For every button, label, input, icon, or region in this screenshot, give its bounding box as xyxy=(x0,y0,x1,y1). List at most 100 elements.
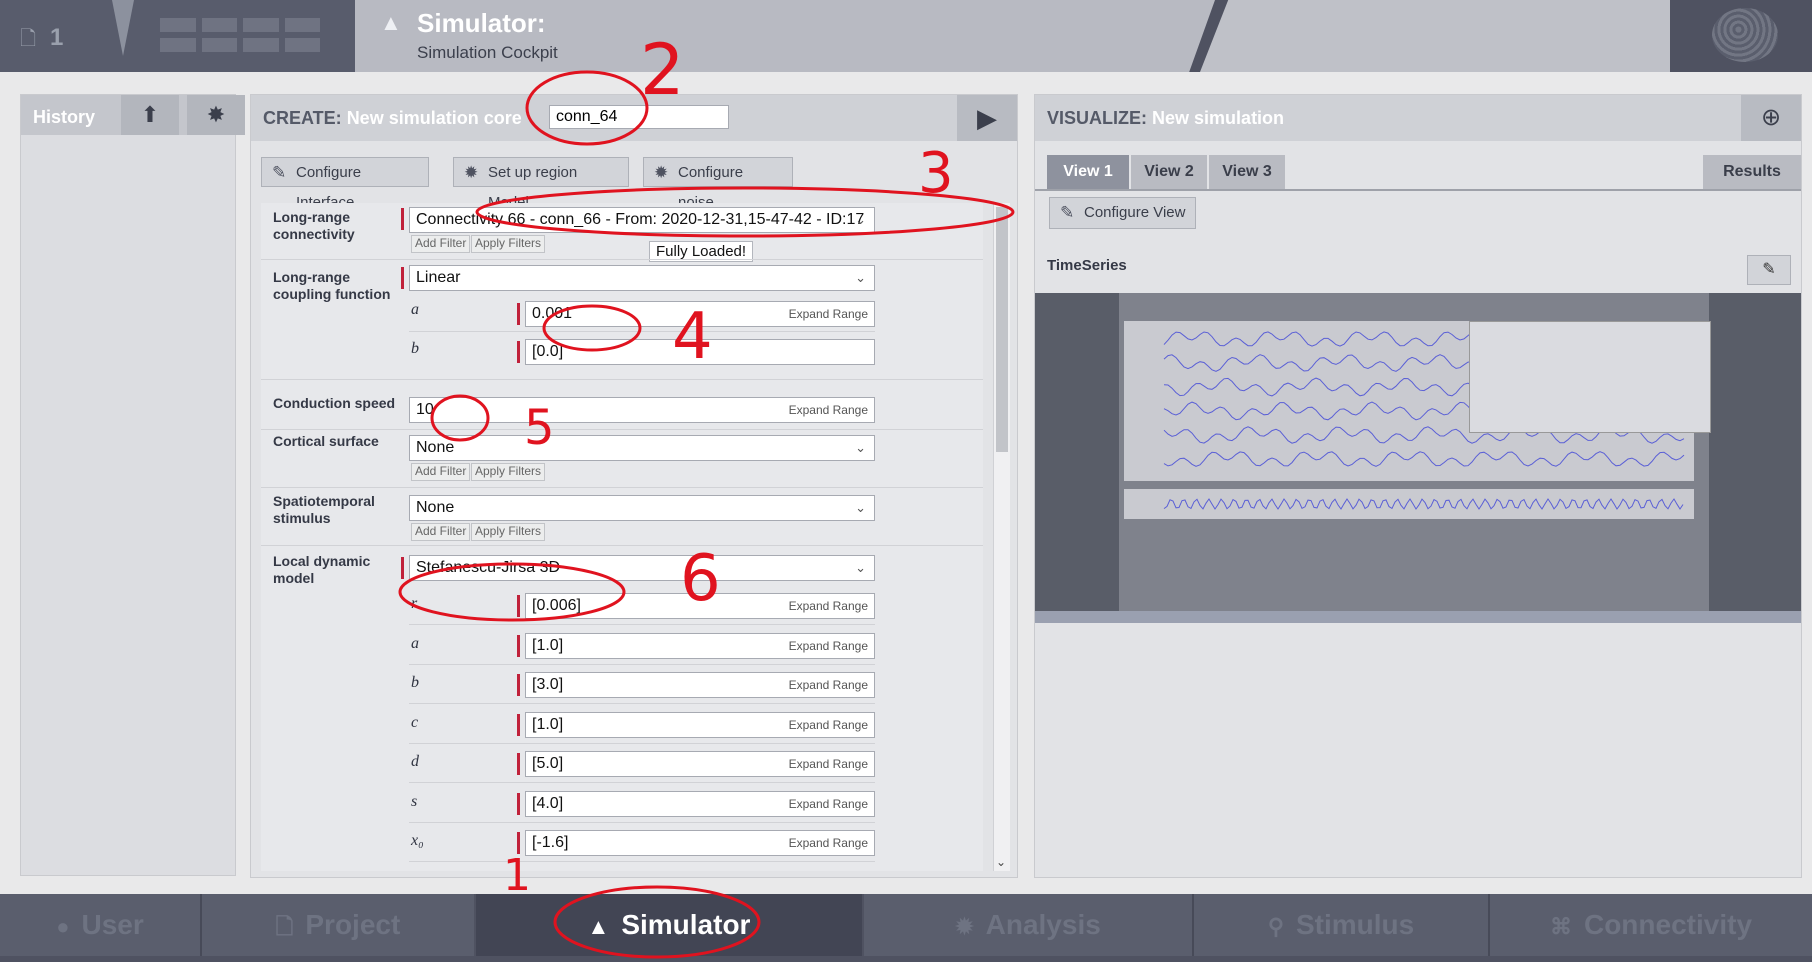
upload-icon[interactable]: ⬆ xyxy=(121,95,179,135)
stimulus-select[interactable]: None ⌄ xyxy=(409,495,875,521)
connectivity-label: Long-range connectivity xyxy=(273,209,355,242)
timeseries-label: TimeSeries xyxy=(1047,257,1127,274)
pencil-icon: ✎ xyxy=(272,163,287,182)
brain-logo-icon xyxy=(1712,8,1778,62)
apply-filters-button[interactable]: Apply Filters xyxy=(471,463,546,481)
region-model-button[interactable]: ✹Set up region Model xyxy=(453,157,629,211)
tab-view-1[interactable]: View 1 xyxy=(1047,155,1129,189)
expand-range-button[interactable]: Expand Range xyxy=(789,398,868,422)
user-icon: ● xyxy=(56,914,70,939)
nav-user[interactable]: ● User xyxy=(0,894,200,956)
gear-icon: ✹ xyxy=(464,163,479,182)
document-icon[interactable]: 🗋 xyxy=(20,24,36,58)
create-title-prefix: CREATE: xyxy=(263,108,342,128)
required-marker xyxy=(517,595,520,617)
tab-view-2[interactable]: View 2 xyxy=(1131,155,1207,189)
create-panel: CREATE: New simulation core conn_64 ▶ ✎ C… xyxy=(250,94,1018,878)
required-marker xyxy=(517,753,520,775)
expand-range-button[interactable]: Expand Range xyxy=(789,594,868,618)
overview-trace xyxy=(1163,498,1684,510)
nav-analysis[interactable]: ✹ Analysis xyxy=(864,894,1192,956)
tab-results[interactable]: Results xyxy=(1703,155,1801,189)
nav-connectivity[interactable]: ⌘ Connectivity xyxy=(1490,894,1812,956)
simulation-form: Long-range connectivity Connectivity 66 -… xyxy=(261,203,983,871)
top-left-panel: 🗋 1 xyxy=(0,0,355,72)
apply-filters-button[interactable]: Apply Filters xyxy=(471,235,546,253)
form-scrollbar[interactable]: ⌄ xyxy=(993,203,1010,871)
scroll-down-icon[interactable]: ⌄ xyxy=(996,855,1006,869)
expand-range-button[interactable]: Expand Range xyxy=(789,752,868,776)
param-name: c xyxy=(411,714,419,731)
add-filter-button[interactable]: Add Filter xyxy=(411,523,471,541)
model-param-input[interactable]: [1.0] Expand Range xyxy=(525,633,875,659)
model-param-input[interactable]: [-1.6] Expand Range xyxy=(525,830,875,856)
burst-icon[interactable]: ✸ xyxy=(187,95,245,135)
param-name: a xyxy=(411,635,419,652)
top-bar: 🗋 1 ▲ Simulator: Simulation Cockpit xyxy=(0,0,1812,72)
zoom-in-icon[interactable]: ⊕ xyxy=(1741,95,1801,141)
model-param-value: [0.006] xyxy=(532,597,581,614)
document-icon: 🗋 xyxy=(275,914,294,939)
top-right-panel xyxy=(1200,0,1670,72)
connectivity-icon: ⌘ xyxy=(1549,914,1572,939)
expand-range-button[interactable]: Expand Range xyxy=(789,634,868,658)
model-select[interactable]: Stefanescu-Jirsa 3D ⌄ xyxy=(409,555,875,581)
add-filter-button[interactable]: Add Filter xyxy=(411,463,471,481)
nav-stimulus[interactable]: ⚲ Stimulus xyxy=(1194,894,1488,956)
expand-range-button[interactable]: Expand Range xyxy=(789,792,868,816)
nav-project-label: Project xyxy=(305,909,401,940)
expand-range-button[interactable]: Expand Range xyxy=(789,713,868,737)
model-param-input[interactable]: [3.0] Expand Range xyxy=(525,672,875,698)
model-param-input[interactable]: [1.0] Expand Range xyxy=(525,712,875,738)
pencil-icon: ✎ xyxy=(1060,203,1075,222)
configure-view-button[interactable]: ✎ Configure View xyxy=(1049,197,1197,229)
timeseries-viewer[interactable] xyxy=(1035,293,1801,623)
cortical-surface-select[interactable]: None ⌄ xyxy=(409,435,875,461)
visualize-header: VISUALIZE: New simulation ⊕ xyxy=(1035,95,1801,141)
expand-range-button[interactable]: Expand Range xyxy=(789,673,868,697)
coupling-a-input[interactable]: 0.001 Expand Range xyxy=(525,301,875,327)
model-param-input[interactable]: [0.006] Expand Range xyxy=(525,593,875,619)
dropdown-arrow-icon[interactable] xyxy=(112,0,134,56)
operations-grid-icon[interactable] xyxy=(160,18,320,52)
expand-range-button[interactable]: Expand Range xyxy=(789,831,868,855)
divider xyxy=(409,331,875,332)
cortical-surface-label: Cortical surface xyxy=(273,433,379,449)
configure-interface-button[interactable]: ✎Configure Interface xyxy=(261,157,429,211)
timeseries-overview xyxy=(1124,489,1694,519)
model-param-input[interactable]: [4.0] Expand Range xyxy=(525,791,875,817)
configure-noise-button[interactable]: ✹Configure noise xyxy=(643,157,793,211)
coupling-b-input[interactable]: [0.0] xyxy=(525,339,875,365)
chevron-down-icon: ⌄ xyxy=(855,270,866,285)
overview-trace-line xyxy=(1163,498,1684,510)
launch-simulation-button[interactable]: ▶ xyxy=(957,95,1017,141)
regions-overlay xyxy=(1469,321,1711,433)
model-param-value: [1.0] xyxy=(532,637,564,654)
connectivity-select[interactable]: Connectivity 66 - conn_66 - From: 2020-1… xyxy=(409,207,875,233)
scroll-thumb[interactable] xyxy=(996,207,1008,452)
add-filter-button[interactable]: Add Filter xyxy=(411,235,471,253)
required-marker xyxy=(401,557,404,579)
coupling-a-value: 0.001 xyxy=(532,305,573,322)
divider xyxy=(261,487,983,488)
required-marker xyxy=(517,635,520,657)
param-name: x₀ xyxy=(411,832,424,849)
coupling-select[interactable]: Linear ⌄ xyxy=(409,265,875,291)
nav-simulator[interactable]: ▲ Simulator xyxy=(476,894,862,956)
tab-view-3[interactable]: View 3 xyxy=(1209,155,1285,189)
divider xyxy=(261,259,983,260)
model-param-input[interactable]: [5.0] Expand Range xyxy=(525,751,875,777)
param-name: b xyxy=(411,340,419,357)
param-name: a xyxy=(411,301,419,318)
apply-filters-button[interactable]: Apply Filters xyxy=(471,523,546,541)
divider xyxy=(261,379,983,380)
edit-pencil-icon[interactable]: ✎ xyxy=(1747,255,1791,285)
divider xyxy=(409,664,875,665)
required-marker xyxy=(517,832,520,854)
nav-project[interactable]: 🗋 Project xyxy=(202,894,474,956)
expand-range-button[interactable]: Expand Range xyxy=(789,302,868,326)
simulation-name-input[interactable]: conn_64 xyxy=(549,105,729,129)
conduction-speed-input[interactable]: 10 Expand Range xyxy=(409,397,875,423)
screenshot-dock xyxy=(1035,611,1801,623)
model-param-value: [3.0] xyxy=(532,676,564,693)
